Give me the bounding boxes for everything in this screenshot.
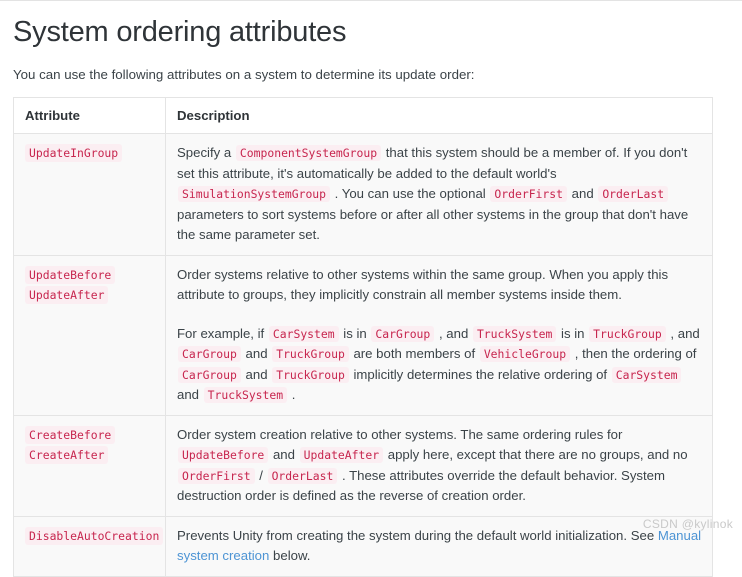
table-header-row: Attribute Description (13, 97, 713, 134)
inline-code: OrderFirst (490, 186, 567, 202)
inline-code: CarGroup (178, 366, 241, 383)
inline-code: TruckGroup (272, 366, 349, 383)
inline-code: CarSystem (611, 366, 682, 383)
inline-code: CarGroup (371, 325, 435, 342)
inline-code: TruckSystem (472, 325, 557, 342)
table-body: UpdateInGroup Specify a ComponentSystemGr… (13, 133, 713, 577)
description-cell: Specify a ComponentSystemGroup that this… (165, 133, 713, 256)
text-run: below. (269, 548, 311, 563)
inline-code: TruckGroup (272, 346, 349, 362)
attribute-code: UpdateAfter (25, 286, 109, 304)
table-row: UpdateBefore UpdateAfter Order systems rel… (13, 254, 713, 416)
description-paragraph: For example, if CarSystem is in CarGroup… (177, 324, 702, 406)
attribute-cell: DisableAutoCreation (13, 515, 166, 577)
top-divider (0, 0, 742, 1)
text-run: and (177, 387, 203, 402)
text-run: and (241, 366, 272, 382)
text-run: / (255, 467, 267, 483)
column-header-description: Description (165, 97, 713, 134)
text-run: Order system creation relative to other … (177, 426, 623, 442)
description-paragraph: Order systems relative to other systems … (177, 265, 702, 306)
attributes-table: Attribute Description UpdateInGroup Speci… (13, 97, 713, 577)
inline-code: UpdateBefore (178, 447, 269, 463)
text-run: . You can use the optional (331, 186, 490, 201)
description-paragraph: Order system creation relative to other … (177, 425, 702, 507)
inline-code: TruckGroup (589, 325, 666, 342)
text-run: are both members of (349, 346, 479, 361)
intro-paragraph: You can use the following attributes on … (13, 67, 475, 82)
inline-code: OrderLast (598, 186, 669, 202)
csdn-watermark: CSDN @kylinok (642, 517, 733, 531)
text-run: and (567, 186, 598, 201)
table-row: UpdateInGroup Specify a ComponentSystemGr… (13, 133, 713, 256)
attribute-code: DisableAutoCreation (25, 526, 164, 545)
column-header-attribute: Attribute (13, 97, 166, 134)
text-run: apply here, except that there are no gro… (384, 447, 688, 462)
inline-code: CarGroup (178, 346, 241, 362)
text-run: For example, if (177, 325, 268, 341)
attribute-cell: CreateBefore CreateAfter (13, 414, 166, 517)
inline-code: OrderLast (267, 467, 338, 484)
text-run: and (241, 346, 272, 361)
text-run: Specify a (177, 145, 235, 160)
description-cell: Order systems relative to other systems … (165, 254, 713, 416)
table-header: Attribute Description (13, 97, 713, 134)
description-cell: Order system creation relative to other … (165, 414, 713, 517)
table-row: CreateBefore CreateAfter Order system crea… (13, 414, 713, 517)
description-paragraph: Specify a ComponentSystemGroup that this… (177, 143, 702, 246)
inline-code: CarSystem (268, 325, 339, 342)
text-run: parameters to sort systems before or aft… (177, 206, 689, 243)
inline-code: VehicleGroup (479, 346, 571, 362)
attribute-code: UpdateInGroup (25, 144, 123, 162)
inline-code: UpdateAfter (299, 447, 384, 463)
inline-code: TruckSystem (203, 387, 288, 403)
page-title: System ordering attributes (13, 16, 347, 48)
documentation-page: System ordering attributes You can use t… (0, 0, 742, 577)
attribute-cell: UpdateInGroup (13, 133, 166, 256)
attribute-code: UpdateBefore (25, 265, 116, 284)
text-run: . (288, 387, 296, 402)
text-run: , then the ordering of (571, 346, 697, 361)
text-run: Order systems relative to other systems … (177, 266, 669, 303)
text-run: , and (435, 325, 472, 341)
attribute-code: CreateAfter (25, 446, 109, 464)
text-run: and (269, 447, 299, 462)
text-run: implicitly determines the relative order… (349, 366, 611, 382)
inline-code: ComponentSystemGroup (235, 145, 382, 161)
inline-code: OrderFirst (178, 467, 255, 484)
text-run: , and (666, 325, 700, 341)
description-cell: Prevents Unity from creating the system … (165, 515, 713, 577)
attribute-cell: UpdateBefore UpdateAfter (13, 254, 166, 416)
text-run: is in (339, 325, 371, 341)
text-run: Prevents Unity from creating the system … (177, 527, 658, 543)
attribute-code: CreateBefore (25, 425, 116, 444)
inline-code: SimulationSystemGroup (178, 186, 331, 202)
table-row: DisableAutoCreation Prevents Unity from c… (13, 515, 713, 577)
text-run: is in (557, 325, 589, 341)
description-paragraph: Prevents Unity from creating the system … (177, 526, 702, 567)
